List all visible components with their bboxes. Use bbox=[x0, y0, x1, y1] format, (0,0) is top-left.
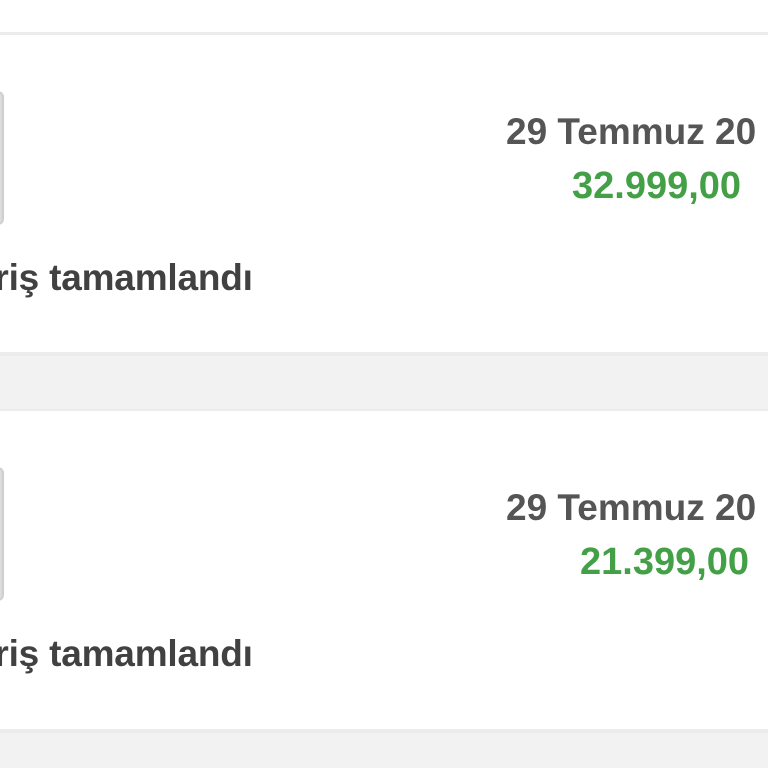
order-card[interactable]: 29 Temmuz 20 21.399,00 ariş tamamlandı bbox=[0, 409, 768, 733]
order-status: ariş tamamlandı bbox=[0, 633, 253, 674]
previous-order-card[interactable] bbox=[0, 0, 768, 34]
order-date: 29 Temmuz 20 bbox=[506, 111, 757, 152]
order-list: 29 Temmuz 20 32.999,00 ariş tamamlandı 2… bbox=[0, 0, 768, 768]
order-card[interactable]: 29 Temmuz 20 32.999,00 ariş tamamlandı bbox=[0, 33, 768, 356]
product-thumbnail[interactable] bbox=[0, 467, 4, 601]
product-thumbnail[interactable] bbox=[0, 91, 4, 225]
order-date: 29 Temmuz 20 bbox=[506, 487, 757, 528]
order-status: ariş tamamlandı bbox=[0, 257, 253, 298]
order-price: 32.999,00 bbox=[572, 165, 742, 207]
order-price: 21.399,00 bbox=[580, 541, 750, 583]
